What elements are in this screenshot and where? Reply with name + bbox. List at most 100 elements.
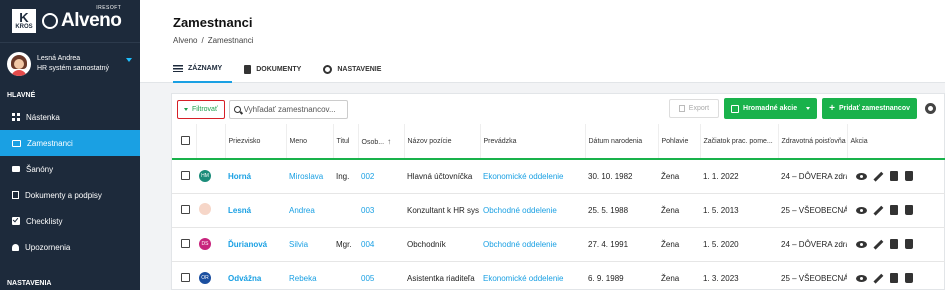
section-main-title: HLAVNÉ xyxy=(7,92,36,99)
sidebar-item-dashboard[interactable]: Nástenka xyxy=(0,104,140,130)
col-personal-number[interactable]: Osob... ↑ xyxy=(358,124,405,160)
sidebar-item-employees[interactable]: Zamestnanci xyxy=(0,130,140,156)
unit-cell[interactable]: Ekonomické oddelenie xyxy=(480,159,585,194)
surname-cell[interactable]: Ďurianová xyxy=(225,227,286,262)
chevron-down-icon[interactable] xyxy=(126,57,132,62)
sidebar-item-documents[interactable]: Dokumenty a podpisy xyxy=(0,182,140,208)
user-menu[interactable]: Lesná Andrea HR systém samostatný xyxy=(0,42,140,84)
page-header: Zamestnanci Alveno / Zamestnanci ZÁZNAMY D… xyxy=(140,0,945,83)
gear-icon xyxy=(323,65,333,74)
unit-cell[interactable]: Obchodné oddelenie xyxy=(480,227,585,262)
delete-icon[interactable] xyxy=(904,205,913,215)
surname-cell[interactable]: Odvážna xyxy=(225,261,286,290)
title-cell: Mgr. xyxy=(333,227,358,262)
user-name: Lesná Andrea xyxy=(37,54,81,62)
sidebar-item-checklists[interactable]: Checklisty xyxy=(0,208,140,234)
table-row[interactable]: DS Ďurianová Silvia Mgr. 004 Obchodník O… xyxy=(172,227,945,262)
edit-icon[interactable] xyxy=(873,273,884,283)
dashboard-icon xyxy=(12,113,20,121)
personal-number-cell[interactable]: 002 xyxy=(358,159,404,194)
breadcrumb-current: Zamestnanci xyxy=(207,36,254,45)
unit-cell[interactable]: Ekonomické oddelenie xyxy=(480,261,585,290)
delete-icon[interactable] xyxy=(904,273,913,283)
search-input[interactable] xyxy=(243,104,344,114)
first-name-cell[interactable]: Silvia xyxy=(286,227,333,262)
checklist-icon xyxy=(12,217,20,225)
col-start-date[interactable]: Začiatok prac. pome... xyxy=(700,124,779,160)
tab-settings[interactable]: NASTAVENIE xyxy=(323,56,391,83)
unit-cell[interactable]: Obchodné oddelenie xyxy=(480,193,585,228)
view-icon[interactable] xyxy=(856,206,867,214)
download-icon[interactable] xyxy=(889,171,898,182)
row-checkbox[interactable] xyxy=(181,238,190,248)
breadcrumb-home[interactable]: Alveno xyxy=(173,36,197,45)
logo[interactable]: K KROS Alveno IRESOFT xyxy=(0,0,140,42)
add-employee-button[interactable]: + Pridať zamestnancov xyxy=(822,98,917,119)
start-date-cell: 1. 3. 2023 xyxy=(700,261,778,290)
position-cell: Hlavná účtovníčka xyxy=(404,159,480,194)
surname-cell[interactable]: Lesná xyxy=(225,193,286,228)
tab-records[interactable]: ZÁZNAMY xyxy=(173,56,233,83)
delete-icon[interactable] xyxy=(904,171,913,182)
download-icon[interactable] xyxy=(889,273,898,283)
delete-icon[interactable] xyxy=(904,239,913,249)
tab-documents[interactable]: DOKUMENTY xyxy=(244,56,311,83)
col-birth-date[interactable]: Dátum narodenia xyxy=(585,124,659,160)
first-name-cell[interactable]: Andrea xyxy=(286,193,333,228)
row-checkbox[interactable] xyxy=(181,272,190,282)
title-cell xyxy=(333,261,358,290)
personal-number-cell[interactable]: 004 xyxy=(358,227,404,262)
title-cell xyxy=(333,193,358,228)
gender-cell: Žena xyxy=(658,159,700,194)
download-icon[interactable] xyxy=(889,239,898,249)
edit-icon[interactable] xyxy=(873,171,884,182)
view-icon[interactable] xyxy=(856,172,867,180)
alveno-mark-icon xyxy=(42,13,58,29)
table-settings-gear-icon[interactable] xyxy=(925,103,936,114)
download-icon[interactable] xyxy=(889,205,898,215)
insurer-cell: 24 – DÔVERA zdrav xyxy=(778,159,847,194)
row-checkbox[interactable] xyxy=(181,204,190,214)
avatar xyxy=(7,51,31,76)
col-title[interactable]: Titul xyxy=(333,124,359,160)
view-icon[interactable] xyxy=(856,274,867,282)
edit-icon[interactable] xyxy=(873,239,884,249)
bulk-actions-button[interactable]: Hromadné akcie xyxy=(724,98,818,119)
first-name-cell[interactable]: Rebeka xyxy=(286,261,333,290)
birth-date-cell: 30. 10. 1982 xyxy=(585,159,658,194)
sidebar-item-folders[interactable]: Šanóny xyxy=(0,156,140,182)
kros-logo: K KROS xyxy=(12,9,36,33)
section-settings-title: NASTAVENIA xyxy=(7,280,52,287)
start-date-cell: 1. 5. 2020 xyxy=(700,227,778,262)
insurer-cell: 25 – VŠEOBECNÁ z xyxy=(778,193,847,228)
gender-cell: Žena xyxy=(658,227,700,262)
export-button[interactable]: Export xyxy=(668,99,720,118)
table-row[interactable]: OR Odvážna Rebeka 005 Asistentka riadite… xyxy=(172,261,945,290)
personal-number-cell[interactable]: 003 xyxy=(358,193,404,228)
personal-number-cell[interactable]: 005 xyxy=(358,261,404,290)
table-header-row: Priezvisko Meno Titul Osob... ↑ Názov poz… xyxy=(172,124,945,160)
plus-icon: + xyxy=(829,102,835,114)
col-unit[interactable]: Prevádzka xyxy=(480,124,586,160)
row-checkbox[interactable] xyxy=(181,170,190,180)
page-title: Zamestnanci xyxy=(173,15,253,30)
col-insurer[interactable]: Zdravotná poisťovňa xyxy=(778,124,848,160)
col-position[interactable]: Názov pozície xyxy=(404,124,481,160)
gender-cell: Žena xyxy=(658,261,700,290)
table-row[interactable]: Lesná Andrea 003 Konzultant k HR sys Obc… xyxy=(172,193,945,228)
table-row[interactable]: HM Horná Miroslava Ing. 002 Hlavná účtov… xyxy=(172,159,945,194)
sidebar-item-notifications[interactable]: Upozornenia xyxy=(0,234,140,260)
search-box xyxy=(228,99,348,119)
birth-date-cell: 25. 5. 1988 xyxy=(585,193,658,228)
select-all-checkbox[interactable] xyxy=(181,135,190,145)
view-icon[interactable] xyxy=(856,240,867,248)
filter-button[interactable]: Filtrovať xyxy=(177,99,225,119)
employees-table: Priezvisko Meno Titul Osob... ↑ Názov poz… xyxy=(172,124,945,290)
surname-cell[interactable]: Horná xyxy=(225,159,286,194)
id-card-icon xyxy=(12,139,21,147)
edit-icon[interactable] xyxy=(873,205,884,215)
col-first-name[interactable]: Meno xyxy=(286,124,334,160)
col-surname[interactable]: Priezvisko xyxy=(225,124,287,160)
first-name-cell[interactable]: Miroslava xyxy=(286,159,333,194)
col-gender[interactable]: Pohlavie xyxy=(658,124,701,160)
